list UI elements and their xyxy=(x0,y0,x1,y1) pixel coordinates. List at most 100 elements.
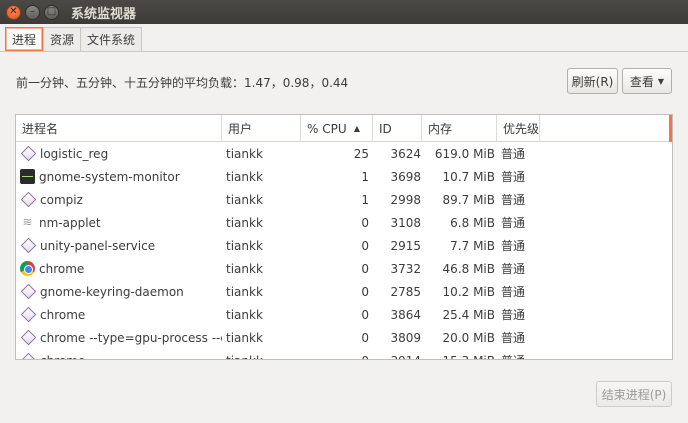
cpu-cell: 1 xyxy=(361,169,369,184)
cpu-cell: 0 xyxy=(361,238,369,253)
process-name-cell: chrome --type=gpu-process --channel xyxy=(16,326,222,349)
wifi-icon: ≋ xyxy=(22,215,33,229)
process-name: gnome-keyring-daemon xyxy=(40,284,184,299)
priority-cell: 普通 xyxy=(501,170,526,184)
table-row[interactable]: logistic_reg tiankk 25 3624 619.0 MiB 普通 xyxy=(16,142,672,165)
process-name: nm-applet xyxy=(39,215,101,230)
pid-cell: 2915 xyxy=(390,238,421,253)
process-name-cell: compiz xyxy=(16,188,222,211)
diamond-icon xyxy=(20,329,37,346)
user-cell: tiankk xyxy=(226,192,263,207)
pid-cell: 2785 xyxy=(390,284,421,299)
maximize-icon[interactable]: □ xyxy=(44,4,59,20)
diamond-icon xyxy=(20,191,37,208)
tab-resources[interactable]: 资源 xyxy=(43,27,81,51)
cpu-cell: 0 xyxy=(361,261,369,276)
user-cell: tiankk xyxy=(226,307,263,322)
memory-cell: 25.4 MiB xyxy=(442,307,495,322)
close-icon[interactable]: ✕ xyxy=(6,4,21,20)
process-name: compiz xyxy=(40,192,83,207)
column-header-id[interactable]: ID xyxy=(373,115,422,142)
column-header-memory[interactable]: 内存 xyxy=(422,115,497,142)
user-cell: tiankk xyxy=(226,215,263,230)
user-cell: tiankk xyxy=(226,146,263,161)
cpu-cell: 25 xyxy=(353,146,369,161)
table-row[interactable]: gnome-keyring-daemon tiankk 0 2785 10.2 MiB 普… xyxy=(16,280,672,303)
memory-cell: 15.3 MiB xyxy=(422,349,497,360)
process-name: unity-panel-service xyxy=(40,238,156,253)
table-row[interactable]: ≋ nm-applet tiankk 0 3108 6.8 MiB 普通 xyxy=(16,211,672,234)
table-row[interactable]: unity-panel-service tiankk 0 2915 7.7 MiB 普通 xyxy=(16,234,672,257)
minimize-icon[interactable]: – xyxy=(25,4,40,20)
user-cell: tiankk xyxy=(222,349,301,360)
view-button-label: 查看 xyxy=(629,74,654,89)
pid-cell: 3732 xyxy=(390,261,421,276)
process-name-cell: chrome xyxy=(16,303,222,326)
tab-bar: 进程 资源 文件系统 xyxy=(5,27,688,51)
priority-cell: 普通 xyxy=(501,331,526,345)
process-name-cell: chrome xyxy=(16,349,222,360)
process-table: 进程名 用户 % CPU ▲ ID 内存 优先级 logistic_reg tia… xyxy=(15,114,673,360)
cpu-cell: 0 xyxy=(361,330,369,345)
load-average-text: 前一分钟、五分钟、十五分钟的平均负载：1.47，0.98，0.44 xyxy=(16,76,349,90)
diamond-icon xyxy=(20,237,37,254)
pid-cell: 3914 xyxy=(373,349,422,360)
pid-cell: 3864 xyxy=(390,307,421,322)
column-header-user[interactable]: 用户 xyxy=(222,115,301,142)
priority-cell: 普通 xyxy=(501,147,526,161)
table-body: logistic_reg tiankk 25 3624 619.0 MiB 普通 gnome… xyxy=(16,142,672,360)
priority-cell: 普通 xyxy=(501,285,526,299)
tab-file-systems[interactable]: 文件系统 xyxy=(80,27,143,51)
title-bar: ✕ – □ 系统监视器 xyxy=(0,0,688,24)
cpu-cell: 1 xyxy=(361,192,369,207)
diamond-icon xyxy=(20,283,37,300)
diamond-icon xyxy=(20,306,37,323)
pid-cell: 3624 xyxy=(390,146,421,161)
table-row[interactable]: chrome tiankk 0 3732 46.8 MiB 普通 xyxy=(16,257,672,280)
table-row[interactable]: chrome tiankk 0 3864 25.4 MiB 普通 xyxy=(16,303,672,326)
table-row[interactable]: chrome --type=gpu-process --channel tiank… xyxy=(16,326,672,349)
priority-cell: 普通 xyxy=(501,216,526,230)
memory-cell: 619.0 MiB xyxy=(434,146,495,161)
memory-cell: 10.7 MiB xyxy=(442,169,495,184)
refresh-button[interactable]: 刷新(R) xyxy=(567,68,618,94)
column-header-process-name[interactable]: 进程名 xyxy=(16,115,222,142)
process-name-cell: ≋ nm-applet xyxy=(16,211,222,234)
pid-cell: 3809 xyxy=(390,330,421,345)
priority-cell: 普通 xyxy=(497,349,672,359)
memory-cell: 6.8 MiB xyxy=(450,215,495,230)
column-header-priority[interactable]: 优先级 xyxy=(497,115,541,142)
user-cell: tiankk xyxy=(226,261,263,276)
priority-cell: 普通 xyxy=(501,308,526,322)
memory-cell: 46.8 MiB xyxy=(442,261,495,276)
memory-cell: 7.7 MiB xyxy=(450,238,495,253)
diamond-icon xyxy=(20,145,37,162)
priority-cell: 普通 xyxy=(501,193,526,207)
chevron-down-icon: ▼ xyxy=(657,76,665,86)
table-row[interactable]: gnome-system-monitor tiankk 1 3698 10.7 MiB 普… xyxy=(16,165,672,188)
user-cell: tiankk xyxy=(226,284,263,299)
priority-cell: 普通 xyxy=(501,262,526,276)
cpu-cell: 0 xyxy=(361,284,369,299)
process-name-cell: gnome-keyring-daemon xyxy=(16,280,222,303)
column-header-cpu-label: % CPU xyxy=(307,121,347,136)
view-menu-button[interactable]: 查看 ▼ xyxy=(622,68,672,94)
process-name: gnome-system-monitor xyxy=(39,169,180,184)
process-name: chrome xyxy=(40,354,85,360)
cpu-cell: 0 xyxy=(361,307,369,322)
pid-cell: 3698 xyxy=(390,169,421,184)
column-header-cpu[interactable]: % CPU ▲ xyxy=(301,115,373,142)
pid-cell: 2998 xyxy=(390,192,421,207)
user-cell: tiankk xyxy=(226,169,263,184)
process-name: chrome xyxy=(39,261,85,276)
cpu-cell: 0 xyxy=(361,215,369,230)
user-cell: tiankk xyxy=(226,330,263,345)
table-header: 进程名 用户 % CPU ▲ ID 内存 优先级 xyxy=(16,115,672,142)
table-row[interactable]: compiz tiankk 1 2998 89.7 MiB 普通 xyxy=(16,188,672,211)
chrome-icon xyxy=(20,261,35,276)
memory-cell: 10.2 MiB xyxy=(442,284,495,299)
table-row[interactable]: chrome tiankk0391415.3 MiB普通 xyxy=(16,349,672,360)
end-process-button[interactable]: 结束进程(P) xyxy=(596,381,672,407)
tab-processes[interactable]: 进程 xyxy=(5,27,44,51)
process-name-cell: chrome xyxy=(16,257,222,280)
